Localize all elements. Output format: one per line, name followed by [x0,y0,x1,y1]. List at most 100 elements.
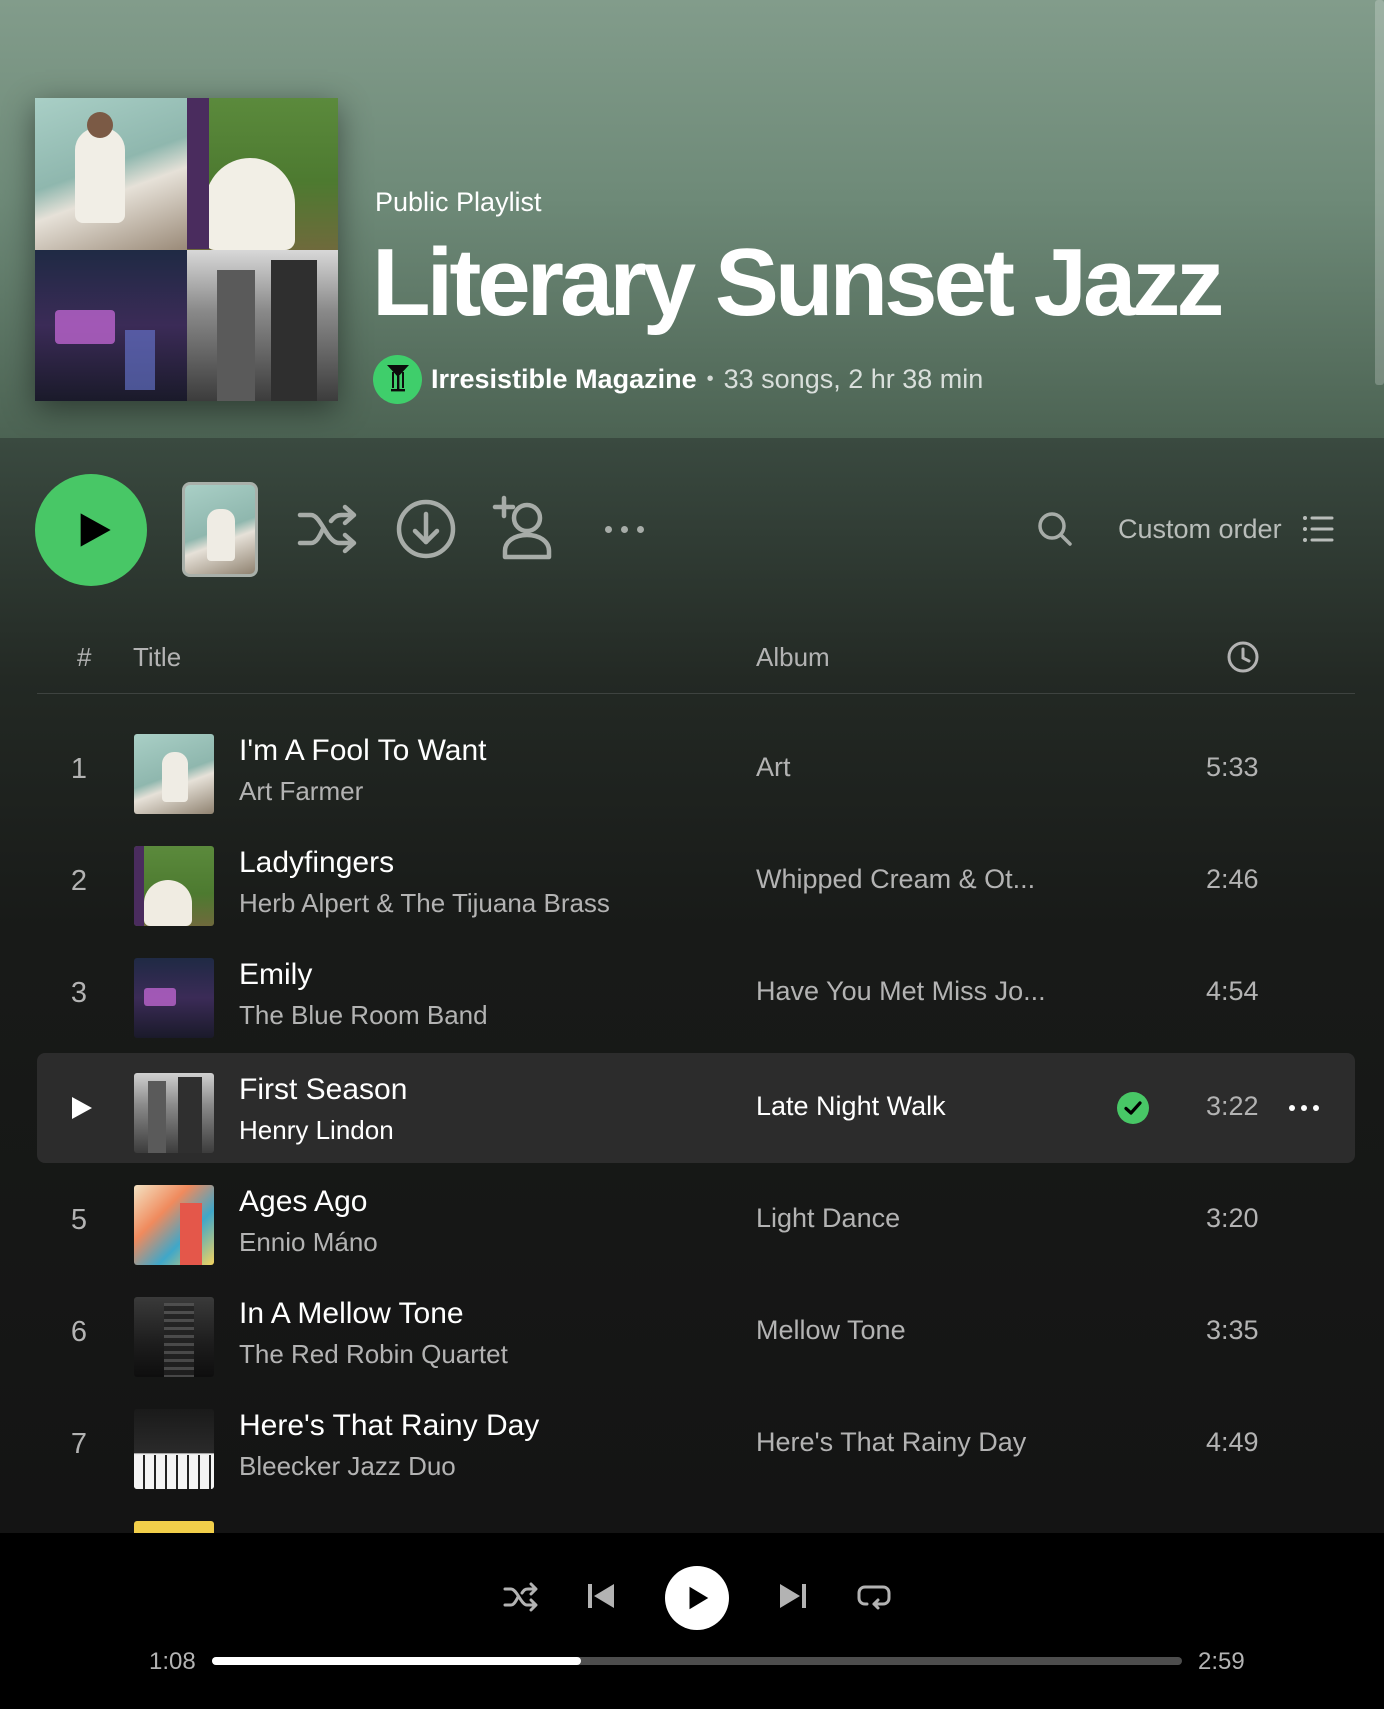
track-row[interactable]: 2 Ladyfingers Herb Alpert & The Tijuana … [37,826,1355,936]
playlist-cover-mosaic [35,98,338,401]
album-art [134,1297,214,1377]
elapsed-time: 1:08 [149,1648,196,1675]
meta-separator: • [706,367,714,390]
progress-fill [212,1657,581,1665]
previous-track-button[interactable] [582,1575,620,1617]
preview-thumbnail-button[interactable] [182,482,258,577]
track-row[interactable]: 5 Ages Ago Ennio Máno Light Dance 3:20 [37,1165,1355,1275]
row-play-button[interactable] [37,1053,121,1163]
check-circle-icon [1117,1092,1149,1124]
track-duration: 3:22 [1206,1091,1259,1121]
player-play-button[interactable] [665,1566,729,1630]
track-title[interactable]: In A Mellow Tone [239,1297,464,1331]
track-album[interactable]: Here's That Rainy Day [756,1427,1026,1458]
sort-order-button[interactable]: Custom order [1118,506,1334,552]
album-art [134,1185,214,1265]
album-art [134,734,214,814]
sort-order-label: Custom order [1118,513,1282,544]
track-duration: 3:20 [1206,1203,1259,1233]
track-album[interactable]: Late Night Walk [756,1091,946,1122]
cover-art-tile [35,98,187,250]
search-icon [1038,512,1072,546]
cover-art-tile [35,249,187,401]
play-icon [80,513,111,547]
column-title[interactable]: Title [133,642,181,673]
album-art [134,846,214,926]
playlist-header: Public Playlist Literary Sunset Jazz Irr… [0,0,1384,438]
track-title[interactable]: First Season [239,1073,407,1107]
more-dot [604,525,612,533]
track-title[interactable]: I'm A Fool To Want [239,734,487,768]
track-more-button[interactable] [1289,1098,1329,1118]
track-row[interactable]: 6 In A Mellow Tone The Red Robin Quartet… [37,1277,1355,1387]
album-art [134,1073,214,1153]
column-duration[interactable] [1226,640,1260,674]
track-row[interactable]: 7 Here's That Rainy Day Bleecker Jazz Du… [37,1389,1355,1499]
column-number: # [77,642,92,672]
track-title[interactable]: Ages Ago [239,1185,367,1219]
track-artist[interactable]: Henry Lindon [239,1115,394,1146]
more-dot [1289,1105,1295,1111]
clock-icon [1227,641,1259,673]
spotify-playlist-view: Public Playlist Literary Sunset Jazz Irr… [0,0,1384,1709]
more-dot [1301,1105,1307,1111]
track-album[interactable]: Art [756,752,791,783]
owner-name-link[interactable]: Irresistible Magazine [431,364,697,395]
track-row[interactable]: 1 I'm A Fool To Want Art Farmer Art 5:33 [37,714,1355,824]
repeat-icon [857,1585,891,1610]
track-artist[interactable]: The Red Robin Quartet [239,1339,508,1370]
cover-art-tile [186,249,338,401]
next-track-button[interactable] [774,1575,812,1617]
play-button[interactable] [35,474,147,586]
track-title[interactable]: Here's That Rainy Day [239,1409,539,1443]
track-artist[interactable]: Herb Alpert & The Tijuana Brass [239,888,610,919]
album-art [134,1409,214,1489]
track-duration: 4:54 [1206,976,1259,1006]
track-title[interactable]: Emily [239,958,312,992]
cover-art-tile [186,98,338,250]
track-title[interactable]: Ladyfingers [239,846,394,880]
add-user-icon [492,495,552,560]
download-icon [396,499,456,559]
track-artist[interactable]: Art Farmer [239,776,363,807]
track-number: 6 [70,1315,88,1348]
track-artist[interactable]: The Blue Room Band [239,1000,488,1031]
album-art [134,958,214,1038]
more-options-button[interactable] [595,510,653,548]
track-duration: 5:33 [1206,752,1259,782]
track-row-active[interactable]: First Season Henry Lindon Late Night Wal… [37,1053,1355,1163]
add-user-button[interactable] [489,492,561,564]
track-number: 5 [70,1203,88,1236]
track-row[interactable]: 3 Emily The Blue Room Band Have You Met … [37,938,1355,1048]
player-shuffle-button[interactable] [500,1577,542,1617]
track-duration: 4:49 [1206,1427,1259,1457]
track-album[interactable]: Whipped Cream & Ot... [756,864,1035,895]
playlist-type-label: Public Playlist [375,187,542,217]
total-time: 2:59 [1198,1648,1245,1675]
repeat-button[interactable] [854,1576,894,1616]
list-icon [1302,516,1334,542]
track-artist[interactable]: Bleecker Jazz Duo [239,1451,456,1482]
download-button[interactable] [393,496,459,562]
scrollbar-thumb[interactable] [1375,0,1384,385]
track-album[interactable]: Have You Met Miss Jo... [756,976,1046,1007]
track-artist[interactable]: Ennio Máno [239,1227,378,1258]
more-dot [620,525,628,533]
track-number: 3 [70,976,88,1009]
play-icon [689,1586,709,1610]
skip-back-icon [588,1584,614,1608]
saved-check-button[interactable] [1117,1092,1149,1124]
track-album[interactable]: Mellow Tone [756,1315,906,1346]
column-album[interactable]: Album [756,642,830,673]
owner-avatar[interactable] [373,354,422,404]
progress-bar[interactable] [212,1657,1182,1665]
track-duration: 2:46 [1206,864,1259,894]
track-number: 2 [70,864,88,897]
search-in-playlist-button[interactable] [1035,509,1075,549]
track-number: 7 [70,1427,88,1460]
track-album[interactable]: Light Dance [756,1203,900,1234]
playlist-stats: 33 songs, 2 hr 38 min [723,363,984,394]
shuffle-icon [503,1582,538,1612]
playlist-title: Literary Sunset Jazz [372,229,1224,336]
shuffle-button[interactable] [292,496,364,562]
